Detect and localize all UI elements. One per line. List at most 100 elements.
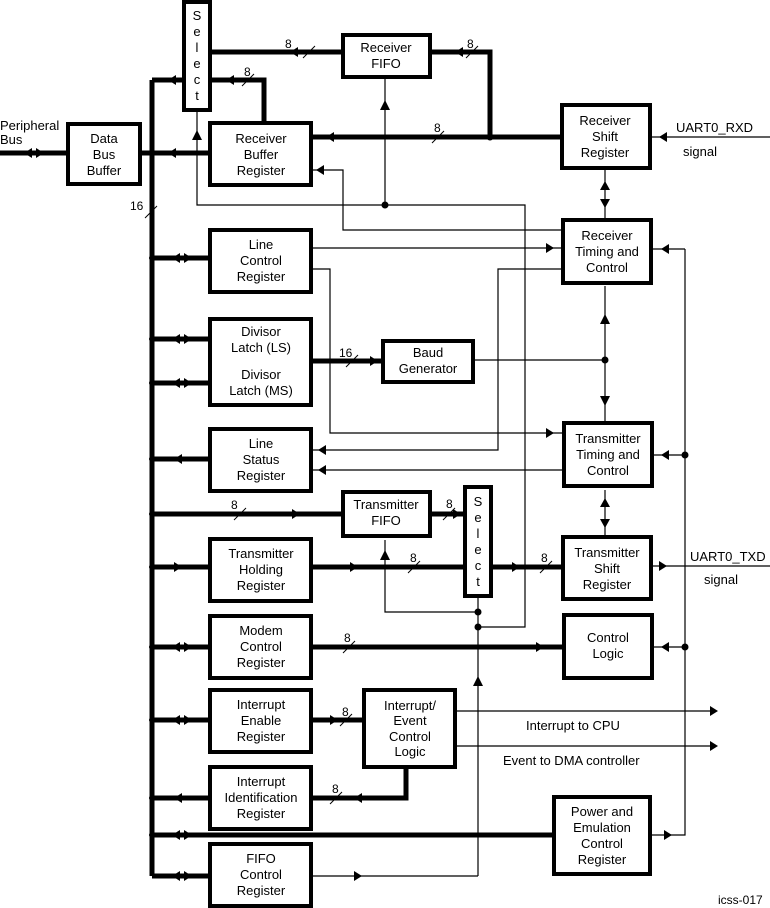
svg-text:c: c (194, 72, 201, 87)
svg-text:Register: Register (237, 468, 286, 483)
svg-text:Control: Control (581, 836, 623, 851)
svg-text:Control: Control (240, 867, 282, 882)
svg-text:Register: Register (237, 163, 286, 178)
svg-text:Baud: Baud (413, 345, 443, 360)
svg-text:Control: Control (587, 630, 629, 645)
svg-text:Generator: Generator (399, 361, 458, 376)
interrupt-enable-register: Interrupt Enable Register (208, 688, 313, 754)
fifo-control-register: FIFO Control Register (208, 842, 313, 908)
svg-text:t: t (195, 88, 199, 103)
receiver-fifo: Receiver FIFO (341, 33, 432, 79)
line-status-register: Line Status Register (208, 427, 313, 493)
rxd-signal-label: signal (683, 144, 717, 159)
event-to-dma-label: Event to DMA controller (503, 753, 640, 768)
uart0-rxd-label: UART0_RXD (676, 120, 753, 135)
uart-block-diagram: 8 8 8 8 16 16 8 8 8 8 8 8 8 Data Bus Buf… (0, 0, 770, 908)
control-logic: Control Logic (562, 613, 654, 680)
svg-text:Register: Register (237, 655, 286, 670)
svg-text:S: S (193, 8, 202, 23)
svg-text:c: c (475, 558, 482, 573)
svg-text:FIFO: FIFO (371, 56, 401, 71)
svg-text:Interrupt: Interrupt (237, 774, 286, 789)
transmitter-holding-register: Transmitter Holding Register (208, 537, 313, 603)
baud-generator: Baud Generator (381, 339, 475, 384)
svg-text:Identification: Identification (225, 790, 298, 805)
width-label: 8 (231, 498, 238, 512)
svg-text:l: l (477, 526, 480, 541)
svg-text:Timing and: Timing and (576, 447, 640, 462)
width-label: 8 (342, 705, 349, 719)
svg-text:Enable: Enable (241, 713, 281, 728)
select-tx: S e l e c t (463, 485, 493, 598)
interrupt-to-cpu-label: Interrupt to CPU (526, 718, 620, 733)
svg-text:Buffer: Buffer (244, 147, 279, 162)
svg-text:Power and: Power and (571, 804, 633, 819)
interrupt-identification-register: Interrupt Identification Register (208, 765, 313, 831)
svg-text:Transmitter: Transmitter (228, 546, 294, 561)
svg-text:Latch (MS): Latch (MS) (229, 383, 293, 398)
svg-text:FIFO: FIFO (246, 851, 276, 866)
peripheral-bus-label: Peripheral (0, 118, 59, 133)
svg-text:t: t (476, 574, 480, 589)
svg-text:Event: Event (393, 713, 427, 728)
svg-text:Interrupt/: Interrupt/ (384, 698, 436, 713)
width-label: 8 (446, 497, 453, 511)
svg-text:Receiver: Receiver (360, 40, 412, 55)
width-label: 8 (332, 782, 339, 796)
svg-text:Line: Line (249, 436, 274, 451)
svg-text:S: S (474, 494, 483, 509)
svg-text:Interrupt: Interrupt (237, 697, 286, 712)
svg-text:Transmitter: Transmitter (574, 545, 640, 560)
width-label: 8 (344, 631, 351, 645)
modem-control-register: Modem Control Register (208, 614, 313, 680)
svg-text:Register: Register (237, 729, 286, 744)
svg-text:e: e (474, 542, 481, 557)
svg-text:Control: Control (240, 639, 282, 654)
svg-text:Buffer: Buffer (87, 163, 122, 178)
transmitter-fifo: Transmitter FIFO (341, 490, 432, 538)
svg-text:Latch (LS): Latch (LS) (231, 340, 291, 355)
svg-text:Data: Data (90, 131, 118, 146)
svg-text:Emulation: Emulation (573, 820, 631, 835)
divisor-latch-ms: Divisor (241, 367, 281, 382)
svg-text:Logic: Logic (592, 646, 624, 661)
width-label: 8 (410, 551, 417, 565)
width-label: 8 (285, 37, 292, 51)
transmitter-shift-register: Transmitter Shift Register (561, 535, 653, 601)
svg-text:Control: Control (240, 253, 282, 268)
svg-text:Transmitter: Transmitter (575, 431, 641, 446)
svg-text:Receiver: Receiver (581, 228, 633, 243)
bus-width-ticks (144, 45, 553, 805)
svg-text:Bus: Bus (0, 132, 23, 147)
data-bus-buffer: Data Bus Buffer (66, 122, 142, 186)
svg-text:Register: Register (578, 852, 627, 867)
figure-id: icss-017 (718, 893, 763, 907)
svg-text:Register: Register (237, 883, 286, 898)
width-label: 8 (467, 37, 474, 51)
svg-text:Receiver: Receiver (579, 113, 631, 128)
width-label: 8 (434, 121, 441, 135)
svg-text:l: l (196, 40, 199, 55)
svg-text:Control: Control (586, 260, 628, 275)
svg-text:Transmitter: Transmitter (353, 497, 419, 512)
select-rx: S e l e c t (182, 0, 212, 112)
divisor-latch: Divisor Latch (LS) Divisor Latch (MS) (208, 317, 313, 407)
transmitter-timing-control: Transmitter Timing and Control (562, 421, 654, 488)
divisor-latch-ls: Divisor (241, 324, 281, 339)
uart0-txd-label: UART0_TXD (690, 549, 766, 564)
svg-text:e: e (193, 56, 200, 71)
svg-text:Receiver: Receiver (235, 131, 287, 146)
svg-text:Control: Control (587, 463, 629, 478)
svg-text:Logic: Logic (394, 744, 426, 759)
svg-text:Line: Line (249, 237, 274, 252)
svg-text:Control: Control (389, 729, 431, 744)
receiver-timing-control: Receiver Timing and Control (561, 218, 653, 285)
svg-text:Shift: Shift (592, 129, 618, 144)
receiver-shift-register: Receiver Shift Register (560, 103, 652, 170)
svg-text:e: e (193, 24, 200, 39)
svg-text:Holding: Holding (239, 562, 283, 577)
svg-text:Timing and: Timing and (575, 244, 639, 259)
svg-text:e: e (474, 510, 481, 525)
width-label: 16 (339, 346, 353, 360)
width-label: 16 (130, 199, 144, 213)
